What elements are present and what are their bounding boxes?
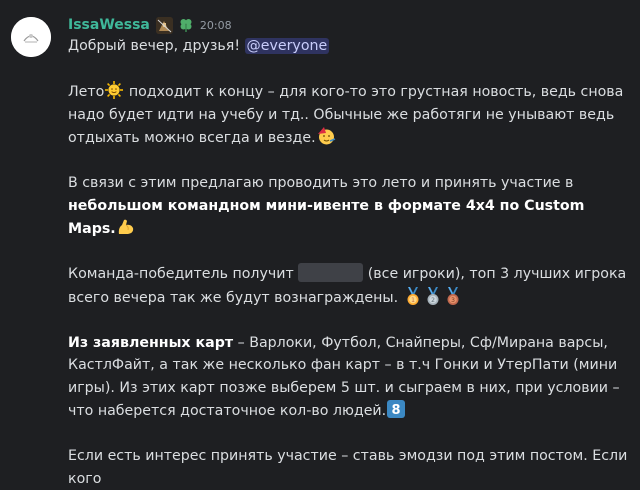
3rd-place-medal-icon[interactable]: 3 (443, 286, 463, 306)
paragraph-summer: Лето подходит к концу – для кого-то это … (68, 80, 634, 150)
game-character-icon[interactable] (155, 16, 173, 34)
username[interactable]: IssaWessa (68, 17, 150, 33)
chat-message: IssaWessa 20:08 Добрый вечер, друзья! @e… (0, 0, 640, 487)
paragraph-maps: Из заявленных карт – Варлоки, Футбол, Сн… (68, 332, 634, 423)
event-format-text: небольшом командном мини-ивенте в формат… (68, 197, 585, 238)
timestamp[interactable]: 20:08 (200, 19, 232, 32)
svg-text:2: 2 (431, 297, 435, 304)
p3-start: Команда-победитель получит (68, 266, 299, 282)
p1-rest: подходит к концу – для кого-то это груст… (68, 84, 624, 146)
maps-heading: Из заявленных карт (68, 334, 234, 351)
avatar[interactable] (11, 17, 51, 57)
greeting-text: Добрый вечер, друзья! (68, 38, 241, 54)
spoiler-hidden-text[interactable] (298, 263, 364, 282)
keycap-8-icon[interactable]: 8 (386, 399, 406, 419)
paragraph-prize: Команда-победитель получит (все игроки),… (68, 263, 634, 309)
svg-text:1: 1 (411, 297, 415, 304)
paragraph-event: В связи с этим предлагаю проводить это л… (68, 172, 634, 241)
2nd-place-medal-icon[interactable]: 2 (423, 286, 443, 306)
greeting-line: Добрый вечер, друзья! @everyone (68, 35, 634, 58)
paragraph-participate: Если есть интерес принять участие – став… (68, 448, 628, 487)
sun-with-face-icon[interactable] (104, 80, 124, 100)
message-header: IssaWessa 20:08 (68, 15, 232, 35)
clover-icon[interactable] (178, 17, 194, 33)
partying-face-icon[interactable] (316, 126, 336, 146)
1st-place-medal-icon[interactable]: 1 (403, 286, 423, 306)
svg-text:3: 3 (451, 297, 455, 304)
keycap-digit: 8 (392, 403, 401, 418)
everyone-mention[interactable]: @everyone (244, 38, 330, 54)
p2-start: В связи с этим предлагаю проводить это л… (68, 175, 574, 191)
flexed-biceps-icon[interactable] (116, 217, 136, 237)
p1-start: Лето (68, 84, 105, 100)
message-content: Добрый вечер, друзья! @everyone Лето под… (68, 35, 634, 490)
